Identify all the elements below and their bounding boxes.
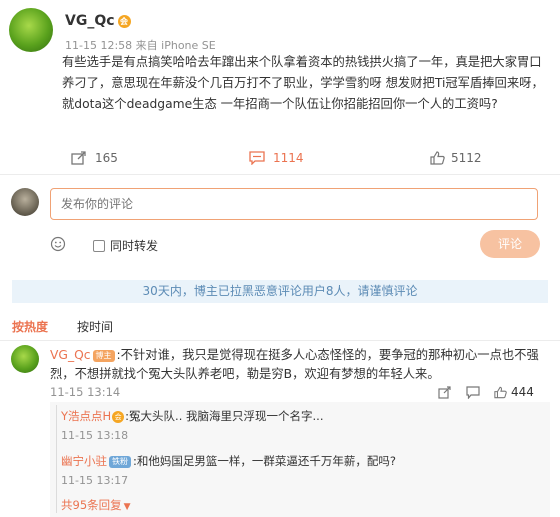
like-count: 5112	[451, 151, 482, 165]
submit-comment-button[interactable]: 评论	[480, 230, 540, 258]
comment-time: 11-15 13:14	[50, 385, 121, 399]
reply-1: Y浩点点H 会:冤大头队.. 我脑海里只浮现一个名字...	[61, 408, 323, 424]
fan-tag: 铁粉	[109, 455, 131, 468]
repost-count: 165	[95, 151, 118, 165]
comment-input[interactable]	[50, 188, 538, 220]
emoji-icon	[50, 236, 66, 252]
tabs-divider	[0, 340, 560, 341]
emoji-button[interactable]	[50, 236, 66, 252]
reply-2-text: :和他妈国足男篮一样，一群菜逼还千万年薪，配吗?	[133, 454, 396, 468]
sort-tab-time[interactable]: 按时间	[77, 318, 113, 335]
reply-2: 幽宁小驻 铁粉:和他妈国足男篮一样，一群菜逼还千万年薪，配吗?	[61, 453, 396, 469]
comment-actions: 444	[438, 385, 534, 399]
comment-author[interactable]: VG_Qc	[50, 348, 91, 362]
replies-left-rule	[56, 405, 57, 513]
post-content: 有些选手是有点搞笑哈哈去年蹿出来个队拿着资本的热钱拱火搞了一年，真是把大家胃口养…	[62, 55, 544, 111]
comment-icon	[249, 151, 265, 165]
sort-tab-hot[interactable]: 按热度	[12, 318, 48, 335]
author-avatar[interactable]	[9, 8, 53, 52]
owner-tag: 博主	[92, 349, 115, 362]
thumbs-up-icon	[494, 386, 507, 398]
reply-1-author[interactable]: Y浩点点H	[61, 409, 111, 423]
vip-badge-icon: 会	[117, 14, 131, 28]
post-divider	[0, 174, 560, 175]
reply-1-text: :冤大头队.. 我脑海里只浮现一个名字...	[125, 409, 324, 423]
also-repost-checkbox[interactable]	[93, 239, 105, 252]
repost-button[interactable]: 165	[71, 151, 118, 165]
comment-like-button[interactable]: 444	[494, 385, 534, 399]
comment-like-count: 444	[511, 385, 534, 399]
post-author-name[interactable]: VG_Qc	[65, 13, 115, 29]
share-icon[interactable]	[438, 385, 452, 399]
like-button[interactable]: 5112	[430, 151, 482, 165]
commenter-avatar[interactable]	[11, 345, 39, 373]
comment-text: VG_Qc 博主:不针对谁，我只是觉得现在挺多人心态怪怪的，要争冠的那种初心一点也…	[50, 346, 540, 384]
vip-badge-icon: 会	[112, 410, 125, 423]
more-replies-link[interactable]: 共95条回复 ▼	[61, 497, 131, 513]
comment-button[interactable]: 1114	[249, 151, 304, 165]
comment-count: 1114	[273, 151, 304, 165]
post-author-row: VG_Qc 会	[65, 13, 131, 29]
reply-2-time: 11-15 13:17	[61, 474, 129, 487]
thumbs-up-icon	[430, 151, 445, 165]
reply-icon[interactable]	[466, 385, 480, 399]
also-repost-label: 同时转发	[110, 239, 159, 253]
chevron-down-icon: ▼	[123, 502, 131, 512]
block-notice-banner: 30天内，博主已拉黑恶意评论用户8人，请谨慎评论	[12, 280, 548, 303]
more-replies-label: 共95条回复	[61, 498, 122, 512]
repost-icon	[71, 151, 86, 165]
comment-body: :不针对谁，我只是觉得现在挺多人心态怪怪的，要争冠的那种初心一点也不强烈，不想拼…	[50, 348, 539, 381]
reply-1-time: 11-15 13:18	[61, 429, 129, 442]
current-user-avatar	[11, 188, 39, 216]
reply-2-author[interactable]: 幽宁小驻	[61, 454, 107, 468]
also-repost-option[interactable]: 同时转发	[93, 237, 158, 254]
post-meta: 11-15 12:58 来自 iPhone SE	[65, 39, 216, 52]
